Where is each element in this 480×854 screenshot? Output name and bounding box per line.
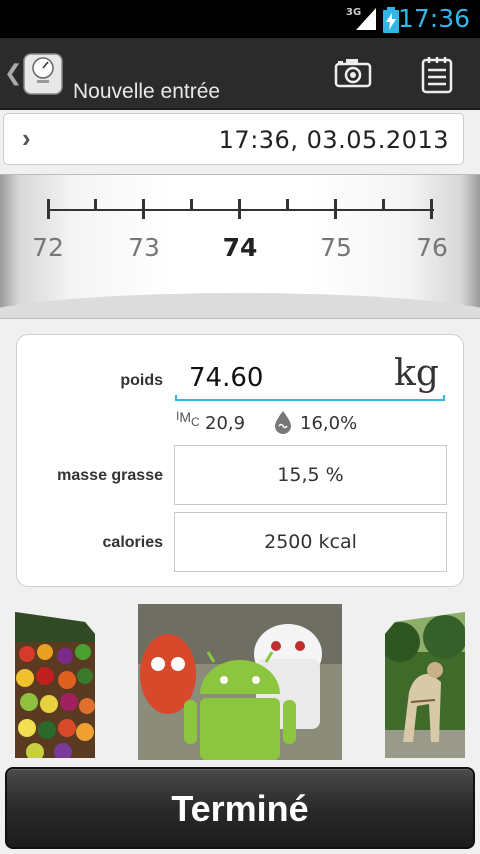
water-value: 16,0%: [300, 413, 358, 434]
weight-input[interactable]: 74.60: [189, 363, 263, 393]
ruler-tick: [334, 199, 337, 219]
chevron-right-icon[interactable]: ›: [22, 123, 31, 154]
signal-icon: [356, 8, 376, 30]
ruler-label: 72: [32, 233, 64, 262]
ruler-tick: [430, 199, 433, 219]
ruler-tick: [238, 199, 241, 219]
entry-form-card: poids 74.60 kg IMC 20,9 16,0% masse gras…: [16, 334, 464, 587]
imc-value: 20,9: [205, 413, 246, 434]
ruler-tick: [286, 199, 289, 210]
weight-ruler[interactable]: 72 73 74 75 76: [0, 174, 480, 319]
done-button[interactable]: Terminé: [5, 767, 475, 849]
weight-label: poids: [120, 372, 163, 389]
camera-icon[interactable]: [334, 58, 372, 88]
notepad-icon[interactable]: [420, 56, 454, 94]
date-time-row[interactable]: › 17:36, 03.05.2013: [3, 113, 464, 165]
ruler-label: 76: [416, 233, 448, 262]
imc-icon: IMC: [176, 409, 200, 429]
water-drop-icon: [275, 411, 291, 434]
scale-icon[interactable]: [22, 50, 64, 96]
battery-charging-icon: [383, 7, 399, 33]
done-button-label: Terminé: [171, 788, 309, 829]
calories-field[interactable]: 2500 kcal: [174, 512, 447, 572]
photo-gallery[interactable]: [0, 600, 480, 762]
ruler-label: 75: [320, 233, 352, 262]
ruler-tick: [190, 199, 193, 210]
fat-label: masse grasse: [57, 467, 163, 484]
calories-label: calories: [102, 534, 163, 551]
fat-field[interactable]: 15,5 %: [174, 445, 447, 505]
ruler-tick: [94, 199, 97, 210]
weight-input-underline: [175, 395, 445, 401]
date-time-value: 17:36, 03.05.2013: [218, 126, 449, 154]
sculpture-park-photo[interactable]: [385, 612, 465, 758]
android-figures-photo[interactable]: [138, 604, 342, 760]
ruler-tick: [382, 199, 385, 210]
page-title: Nouvelle entrée: [73, 80, 221, 103]
ruler-tick: [47, 199, 50, 219]
status-bar: 3G 17:36: [0, 0, 480, 38]
ruler-baseline: [48, 209, 434, 211]
chevron-left-icon[interactable]: ❮: [4, 60, 22, 86]
ruler-tick: [142, 199, 145, 219]
ruler-label-selected: 74: [222, 233, 258, 262]
action-bar: ❮ Nouvelle entrée: [0, 38, 480, 110]
ruler-label: 73: [128, 233, 160, 262]
fruit-market-photo[interactable]: [15, 612, 95, 758]
ruler-shadow: [0, 293, 480, 318]
clock: 17:36: [397, 4, 470, 33]
weight-unit: kg: [394, 353, 439, 394]
